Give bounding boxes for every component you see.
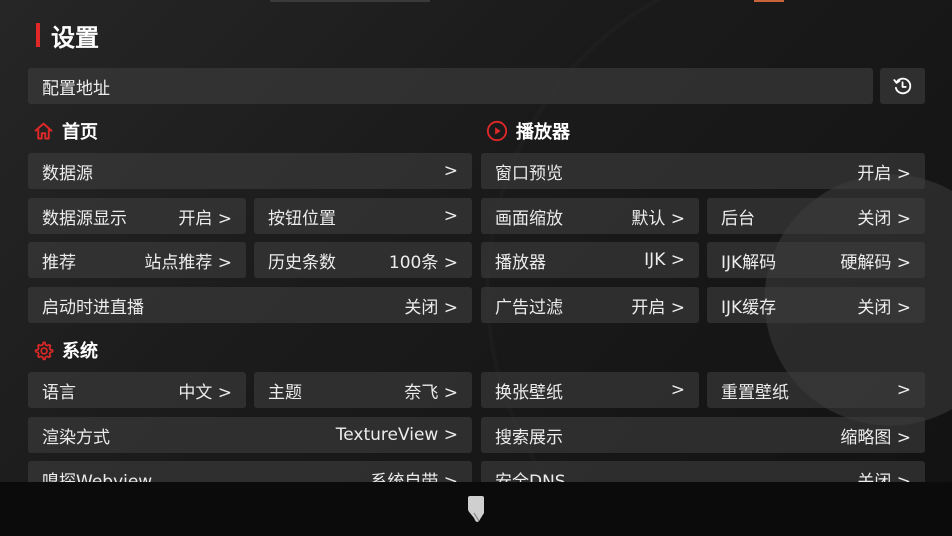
setting-value: 关闭 > xyxy=(857,208,911,229)
setting-ijk-decode[interactable]: IJK解码 硬解码 > xyxy=(707,242,925,278)
setting-label: 主题 xyxy=(268,382,302,403)
setting-label: 换张壁纸 xyxy=(495,382,563,403)
setting-label: 推荐 xyxy=(42,252,76,273)
setting-ad-filter[interactable]: 广告过滤 开启 > xyxy=(481,287,699,323)
setting-label: IJK解码 xyxy=(721,252,777,273)
config-address-label: 配置地址 xyxy=(42,78,110,99)
setting-language[interactable]: 语言 中文 > xyxy=(28,372,246,408)
section-system: 系统 xyxy=(33,337,98,363)
setting-label: 数据源 xyxy=(42,163,93,184)
setting-label: 画面缩放 xyxy=(495,208,563,229)
setting-label: 后台 xyxy=(721,208,755,229)
setting-label: 启动时进直播 xyxy=(42,297,144,318)
section-system-label: 系统 xyxy=(62,341,98,362)
setting-value: 开启 > xyxy=(857,163,911,184)
setting-label: 数据源显示 xyxy=(42,208,127,229)
setting-change-wallpaper[interactable]: 换张壁纸 > xyxy=(481,372,699,408)
top-indicator-accent xyxy=(754,0,784,2)
section-home-label: 首页 xyxy=(62,122,98,143)
setting-label: 按钮位置 xyxy=(268,208,336,229)
setting-value: 开启 > xyxy=(631,297,685,318)
setting-history-count[interactable]: 历史条数 100条 > xyxy=(254,242,472,278)
setting-startup-live[interactable]: 启动时进直播 关闭 > xyxy=(28,287,472,323)
setting-recommend[interactable]: 推荐 站点推荐 > xyxy=(28,242,246,278)
top-indicator xyxy=(270,0,430,2)
setting-reset-wallpaper[interactable]: 重置壁纸 > xyxy=(707,372,925,408)
section-home: 首页 xyxy=(33,118,98,144)
history-button[interactable] xyxy=(880,68,925,104)
gear-icon xyxy=(34,340,54,360)
setting-value: TextureView > xyxy=(335,425,458,445)
section-player-label: 播放器 xyxy=(516,122,570,143)
config-address-input[interactable]: 配置地址 xyxy=(28,68,873,104)
setting-button-position[interactable]: 按钮位置 > xyxy=(254,198,472,234)
setting-window-preview[interactable]: 窗口预览 开启 > xyxy=(481,153,925,189)
setting-label: 播放器 xyxy=(495,252,546,273)
setting-value: 关闭 > xyxy=(857,297,911,318)
setting-label: 广告过滤 xyxy=(495,297,563,318)
setting-screen-scale[interactable]: 画面缩放 默认 > xyxy=(481,198,699,234)
play-circle-icon xyxy=(486,120,508,142)
setting-value: 站点推荐 > xyxy=(144,252,232,273)
setting-label: 窗口预览 xyxy=(495,163,563,184)
setting-label: 重置壁纸 xyxy=(721,382,789,403)
setting-label: 渲染方式 xyxy=(42,427,110,448)
setting-data-source[interactable]: 数据源 > xyxy=(28,153,472,189)
setting-value: 硬解码 > xyxy=(840,252,911,273)
setting-value: 默认 > xyxy=(631,208,685,229)
setting-render-mode[interactable]: 渲染方式 TextureView > xyxy=(28,417,472,453)
setting-label: 历史条数 xyxy=(268,252,336,273)
setting-data-source-display[interactable]: 数据源显示 开启 > xyxy=(28,198,246,234)
setting-value: IJK > xyxy=(644,250,685,270)
setting-value: > xyxy=(896,380,911,400)
title-accent-bar xyxy=(36,23,40,47)
setting-value: 100条 > xyxy=(388,252,458,273)
setting-label: 搜索展示 xyxy=(495,427,563,448)
setting-value: 奈飞 > xyxy=(404,382,458,403)
setting-search-display[interactable]: 搜索展示 缩略图 > xyxy=(481,417,925,453)
setting-value: 中文 > xyxy=(178,382,232,403)
setting-value: 关闭 > xyxy=(404,297,458,318)
setting-value: > xyxy=(443,161,458,181)
setting-value: 开启 > xyxy=(178,208,232,229)
setting-ijk-cache[interactable]: IJK缓存 关闭 > xyxy=(707,287,925,323)
history-icon xyxy=(892,77,911,95)
section-player: 播放器 xyxy=(486,118,570,144)
setting-theme[interactable]: 主题 奈飞 > xyxy=(254,372,472,408)
nav-home-icon[interactable] xyxy=(466,495,486,523)
setting-value: > xyxy=(443,206,458,226)
page-title-text: 设置 xyxy=(51,23,99,52)
page-title: 设置 xyxy=(36,20,99,52)
home-icon xyxy=(34,122,53,139)
setting-player[interactable]: 播放器 IJK > xyxy=(481,242,699,278)
setting-value: 缩略图 > xyxy=(840,427,911,448)
setting-value: > xyxy=(670,380,685,400)
setting-background[interactable]: 后台 关闭 > xyxy=(707,198,925,234)
setting-label: IJK缓存 xyxy=(721,297,777,318)
setting-label: 语言 xyxy=(42,382,76,403)
